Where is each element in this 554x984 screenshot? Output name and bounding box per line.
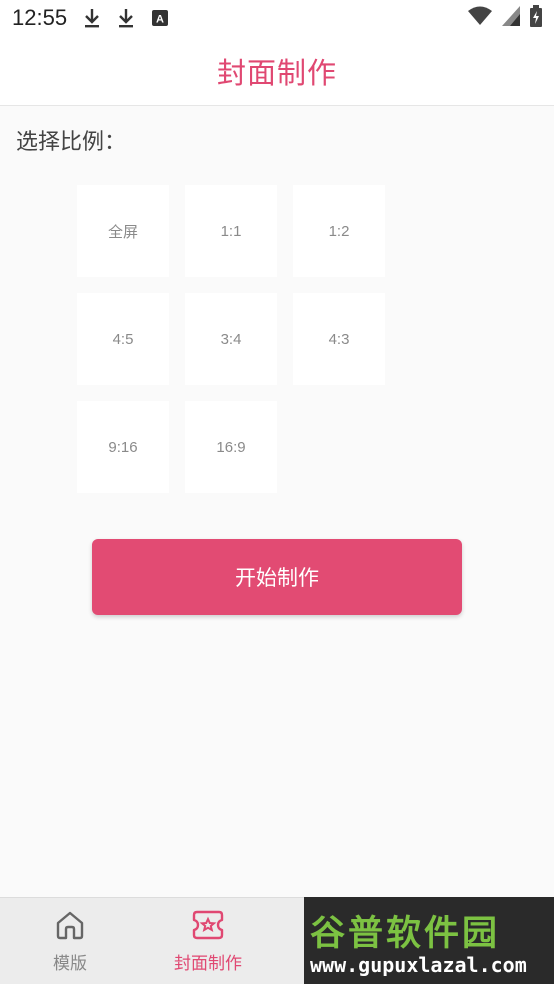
watermark-logo: 谷普软件园 www.gupuxlazal.com: [304, 897, 554, 984]
ratio-option-4-5[interactable]: 4:5: [77, 293, 169, 385]
ratio-option-4-3[interactable]: 4:3: [293, 293, 385, 385]
signal-icon: [502, 5, 520, 31]
ratio-option-1-2[interactable]: 1:2: [293, 185, 385, 277]
battery-icon: [530, 4, 542, 32]
font-icon: A: [149, 7, 171, 29]
ratio-section-label: 选择比例：: [16, 130, 127, 155]
download-icon: [115, 7, 137, 29]
status-bar: 12:55 A: [0, 0, 554, 36]
ratio-option-16-9[interactable]: 16:9: [185, 401, 277, 493]
ratio-option-3-4[interactable]: 3:4: [185, 293, 277, 385]
svg-text:A: A: [156, 14, 164, 26]
watermark-url: www.gupuxlazal.com: [310, 953, 527, 977]
home-icon: [54, 909, 86, 945]
ratio-option-1-1[interactable]: 1:1: [185, 185, 277, 277]
download-icon: [81, 7, 103, 29]
nav-item-cover[interactable]: 封面制作: [138, 898, 278, 984]
ratio-option-fullscreen[interactable]: 全屏: [77, 185, 169, 277]
ratio-grid: 全屏 1:1 1:2 4:5 3:4 4:3 9:16 16:9: [77, 185, 385, 493]
page-title: 封面制作: [216, 55, 337, 90]
status-time: 12:55: [12, 5, 68, 30]
wifi-icon: [468, 6, 492, 31]
cover-icon: [191, 909, 225, 945]
nav-label-template: 模版: [53, 954, 87, 974]
nav-label-cover: 封面制作: [174, 954, 242, 974]
nav-item-template[interactable]: 模版: [0, 898, 140, 984]
watermark-title: 谷普软件园: [310, 914, 501, 954]
start-making-button[interactable]: 开始制作: [92, 539, 462, 615]
app-bar: 封面制作: [0, 36, 554, 106]
ratio-option-9-16[interactable]: 9:16: [77, 401, 169, 493]
